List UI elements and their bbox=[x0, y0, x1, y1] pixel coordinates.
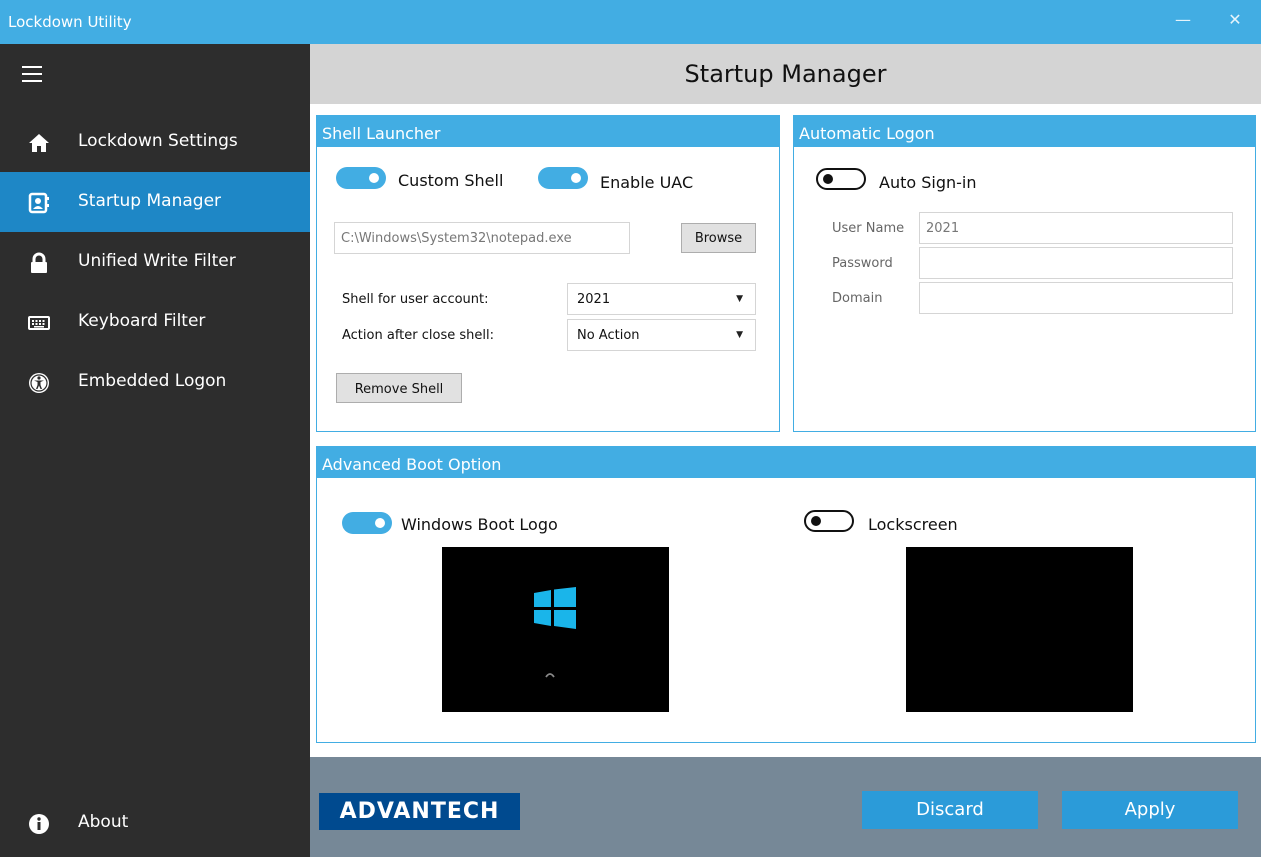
enable-uac-toggle[interactable] bbox=[538, 167, 588, 189]
title-bar: Lockdown Utility — ✕ bbox=[0, 0, 1261, 44]
close-button[interactable]: ✕ bbox=[1223, 10, 1247, 29]
windows-boot-logo-label: Windows Boot Logo bbox=[401, 515, 558, 534]
window-title: Lockdown Utility bbox=[8, 13, 132, 31]
sidebar-item-label: Startup Manager bbox=[78, 191, 222, 211]
custom-shell-label: Custom Shell bbox=[398, 171, 504, 190]
advanced-boot-panel: Advanced Boot Option Windows Boot Logo L… bbox=[316, 446, 1256, 743]
panel-title: Automatic Logon bbox=[794, 116, 1255, 147]
sidebar-item-label: About bbox=[78, 812, 129, 832]
footer-bar: ADVANTECH Discard Apply bbox=[310, 757, 1261, 857]
shell-for-user-value: 2021 bbox=[577, 292, 611, 307]
shell-for-user-label: Shell for user account: bbox=[342, 292, 489, 307]
lockscreen-toggle[interactable] bbox=[804, 510, 854, 532]
contact-card-icon bbox=[28, 192, 49, 214]
action-after-close-select[interactable]: No Action ▼ bbox=[567, 319, 756, 351]
loading-spinner-icon bbox=[545, 673, 555, 678]
automatic-logon-panel: Automatic Logon Auto Sign-in User Name 2… bbox=[793, 115, 1256, 432]
sidebar-item-label: Unified Write Filter bbox=[78, 251, 236, 271]
sidebar-item-lockdown-settings[interactable]: Lockdown Settings bbox=[0, 112, 310, 172]
chevron-down-icon: ▼ bbox=[736, 294, 743, 304]
sidebar-item-unified-write-filter[interactable]: Unified Write Filter bbox=[0, 232, 310, 292]
minimize-button[interactable]: — bbox=[1171, 10, 1195, 29]
auto-signin-label: Auto Sign-in bbox=[879, 173, 977, 192]
enable-uac-label: Enable UAC bbox=[600, 173, 694, 192]
sidebar-item-startup-manager[interactable]: Startup Manager bbox=[0, 172, 310, 232]
panel-title: Shell Launcher bbox=[317, 116, 779, 147]
lockscreen-preview bbox=[906, 547, 1133, 712]
sidebar: Lockdown Settings Startup Manager Unifie… bbox=[0, 44, 310, 857]
sidebar-item-label: Lockdown Settings bbox=[78, 131, 238, 151]
page-title: Startup Manager bbox=[684, 60, 887, 88]
shell-path-field[interactable]: C:\Windows\System32\notepad.exe bbox=[334, 222, 630, 254]
password-field[interactable] bbox=[919, 247, 1233, 279]
username-field[interactable]: 2021 bbox=[919, 212, 1233, 244]
page-header: Startup Manager bbox=[310, 44, 1261, 104]
username-label: User Name bbox=[832, 221, 905, 236]
action-after-close-value: No Action bbox=[577, 328, 640, 343]
apply-button[interactable]: Apply bbox=[1062, 791, 1238, 829]
sidebar-item-label: Embedded Logon bbox=[78, 371, 227, 391]
accessibility-icon bbox=[29, 373, 49, 393]
windows-boot-logo-toggle[interactable] bbox=[342, 512, 392, 534]
discard-button[interactable]: Discard bbox=[862, 791, 1038, 829]
boot-logo-preview bbox=[442, 547, 669, 712]
action-after-close-label: Action after close shell: bbox=[342, 328, 494, 343]
password-label: Password bbox=[832, 256, 893, 271]
shell-for-user-select[interactable]: 2021 ▼ bbox=[567, 283, 756, 315]
keyboard-icon bbox=[28, 316, 50, 330]
lockscreen-label: Lockscreen bbox=[868, 515, 958, 534]
sidebar-item-embedded-logon[interactable]: Embedded Logon bbox=[0, 352, 310, 412]
sidebar-item-label: Keyboard Filter bbox=[78, 311, 206, 331]
custom-shell-toggle[interactable] bbox=[336, 167, 386, 189]
domain-field[interactable] bbox=[919, 282, 1233, 314]
panel-title: Advanced Boot Option bbox=[317, 447, 1255, 478]
browse-button[interactable]: Browse bbox=[681, 223, 756, 253]
chevron-down-icon: ▼ bbox=[736, 330, 743, 340]
advantech-logo: ADVANTECH bbox=[319, 793, 520, 830]
info-icon bbox=[29, 814, 49, 834]
hamburger-menu-icon[interactable] bbox=[22, 66, 42, 82]
shell-launcher-panel: Shell Launcher Custom Shell Enable UAC C… bbox=[316, 115, 780, 432]
auto-signin-toggle[interactable] bbox=[816, 168, 866, 190]
domain-label: Domain bbox=[832, 291, 883, 306]
lock-icon bbox=[31, 252, 47, 273]
sidebar-item-keyboard-filter[interactable]: Keyboard Filter bbox=[0, 292, 310, 352]
windows-logo-icon bbox=[534, 587, 576, 629]
remove-shell-button[interactable]: Remove Shell bbox=[336, 373, 462, 403]
home-icon bbox=[29, 134, 49, 152]
sidebar-item-about[interactable]: About bbox=[0, 793, 310, 853]
